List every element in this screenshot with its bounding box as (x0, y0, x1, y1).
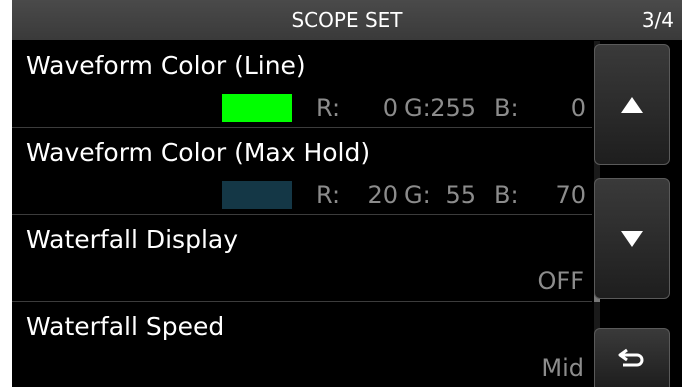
scroll-up-button[interactable] (594, 44, 670, 165)
menu-item-waveform-color-max-hold[interactable]: Waveform Color (Max Hold) R: 20 G: 55 B:… (12, 128, 592, 215)
page-title: SCOPE SET (291, 8, 403, 32)
color-swatch (222, 181, 292, 209)
scroll-down-button[interactable] (594, 178, 670, 299)
g-label: G: (404, 181, 431, 209)
triangle-up-icon (621, 96, 643, 113)
triangle-down-icon (621, 230, 643, 247)
g-value: 55 (445, 181, 476, 209)
settings-list: Waveform Color (Line) R: 0 G: 255 B: 0 W… (12, 41, 592, 387)
item-label: Waterfall Display (26, 225, 239, 254)
back-button[interactable] (594, 328, 670, 387)
r-value: 0 (382, 94, 398, 122)
color-values-row: R: 20 G: 55 B: 70 (222, 180, 592, 210)
return-arrow-icon (618, 348, 644, 367)
b-label: B: (494, 94, 519, 122)
b-value: 0 (570, 94, 586, 122)
r-label: R: (316, 181, 341, 209)
r-value: 20 (367, 181, 398, 209)
item-label: Waveform Color (Line) (26, 51, 306, 80)
title-bar: SCOPE SET 3/4 (12, 0, 682, 41)
b-value: 70 (555, 181, 586, 209)
page-indicator: 3/4 (641, 8, 674, 32)
scope-set-screen: SCOPE SET 3/4 Waveform Color (Line) R: 0… (12, 0, 682, 387)
item-value: OFF (537, 267, 585, 295)
color-swatch (222, 94, 292, 122)
g-label: G: (404, 94, 431, 122)
menu-item-waterfall-speed[interactable]: Waterfall Speed Mid (12, 302, 592, 387)
r-label: R: (316, 94, 341, 122)
item-label: Waveform Color (Max Hold) (26, 138, 371, 167)
color-values-row: R: 0 G: 255 B: 0 (222, 93, 592, 123)
item-label: Waterfall Speed (26, 312, 225, 341)
item-value: Mid (541, 354, 584, 382)
menu-item-waveform-color-line[interactable]: Waveform Color (Line) R: 0 G: 255 B: 0 (12, 41, 592, 128)
g-value: 255 (430, 94, 476, 122)
menu-item-waterfall-display[interactable]: Waterfall Display OFF (12, 215, 592, 302)
b-label: B: (494, 181, 519, 209)
